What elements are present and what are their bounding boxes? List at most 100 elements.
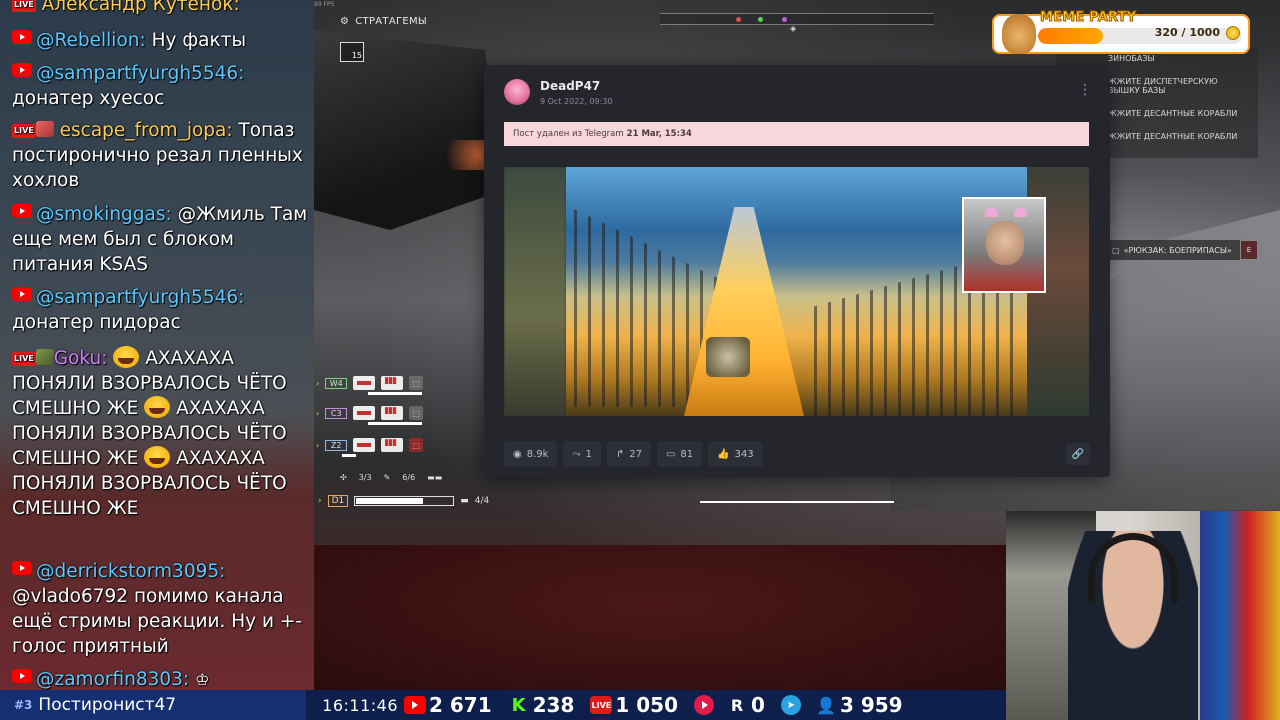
deleted-notice-text: Пост удален из Telegram — [513, 129, 624, 139]
laughing-emoji-icon — [144, 446, 171, 468]
top-donator: #3 Постиронист47 — [0, 690, 306, 720]
facecam-overlay — [962, 197, 1046, 293]
chat-message: LIVE escape_from_jopa: Топаз постироничн… — [12, 118, 308, 193]
compass-marker-purple — [782, 17, 787, 22]
grenade-icon: ✣ — [340, 473, 347, 482]
fps-counter: 89 FPS — [314, 1, 335, 8]
comments-stat[interactable]: ▭ 81 — [656, 441, 703, 467]
shares-count: 1 — [585, 448, 592, 460]
kick-viewers: K 238 — [508, 693, 575, 717]
shares-stat[interactable]: ⤳ 1 — [563, 441, 601, 467]
center-progress-line — [700, 501, 894, 503]
youtube-icon — [12, 204, 32, 218]
ammo-row: ✣ 3/3 ✎ 6/6 ▬▬ — [340, 473, 442, 482]
chat-message: @zamorfin8303: ♔ — [12, 667, 308, 690]
pickup-icon: ▢ — [1112, 245, 1120, 255]
post-media-video[interactable] — [504, 167, 1089, 416]
meme-party-widget: MEME PARTY 320 / 1000 — [992, 10, 1250, 54]
compass-marker-green — [758, 17, 763, 22]
pickup-prompt: ▢ «РЮКЗАК: БОЕПРИПАСЫ» — [1108, 240, 1240, 260]
objective-item: ЗИНОБАЗЫ — [1108, 54, 1155, 63]
post-author[interactable]: DeadP47 — [540, 79, 600, 93]
chat-message: @derrickstorm3095: @vlado6792 помимо кан… — [12, 559, 308, 659]
user-badge-icon — [35, 349, 54, 365]
comments-count: 81 — [680, 448, 694, 460]
stim-count: 6/6 — [402, 473, 416, 482]
weapon-bar — [342, 454, 356, 457]
play-icon-wrap — [694, 695, 715, 715]
post-date: 9 Oct 2022, 09:30 — [540, 97, 613, 106]
rifle-icon: ▬▬ — [427, 473, 443, 482]
link-icon[interactable]: 🔗 — [1066, 443, 1090, 465]
chat-message: @smokinggas: @Жмиль Там еще мем был с бл… — [12, 202, 308, 277]
rutube-count: 0 — [751, 693, 765, 717]
chat-panel: LIVE Александр Кутёнок: @Rebellion: Ну ф… — [0, 0, 314, 690]
stratagem-slot-icon: 15 — [340, 42, 364, 62]
chevron-icon: › — [316, 408, 320, 418]
lock-icon: ⬚ — [409, 406, 424, 420]
live-badge: LIVE — [12, 124, 36, 138]
youtube-icon — [12, 30, 32, 44]
chat-text: донатер пидорас — [12, 312, 181, 333]
weapon-row: › C3 ⬚ — [316, 404, 424, 422]
rank-name: Постиронист47 — [38, 695, 177, 715]
thumbs-up-icon: 👍 — [717, 448, 730, 460]
vk-viewers: LIVE 1 050 — [590, 693, 678, 717]
likes-stat[interactable]: 👍 343 — [708, 441, 763, 467]
vk-count: 1 050 — [615, 693, 679, 717]
chevron-icon: › — [316, 378, 320, 388]
chat-message: @sampartfyurgh5546: донатер хуесос — [12, 61, 308, 111]
stim-icon: ✎ — [383, 473, 391, 482]
forwards-stat[interactable]: ↱ 27 — [606, 441, 651, 467]
crown-icon: ♔ — [195, 670, 210, 689]
primary-weapon-row: › D1 ▬ 4/4 — [318, 495, 489, 507]
rutube-icon: R — [730, 695, 744, 715]
vk-live-icon: LIVE — [590, 696, 613, 714]
play-icon — [694, 695, 715, 715]
total-viewers: 👤 3 959 — [815, 693, 903, 717]
chat-author: @derrickstorm3095: — [36, 561, 226, 582]
stratagem-gear-icon: ⚙ — [340, 16, 350, 27]
youtube-icon — [12, 669, 32, 683]
total-count: 3 959 — [839, 693, 903, 717]
deleted-notice: Пост удален из Telegram 21 Mar, 15:34 — [504, 122, 1089, 146]
magazine-icon — [381, 438, 404, 452]
chat-author: Goku: — [53, 348, 108, 369]
magazine-icon — [381, 376, 404, 390]
meme-party-progress-fill — [1038, 28, 1104, 44]
game-compass — [660, 13, 934, 25]
more-menu-icon[interactable]: ⋮ — [1078, 83, 1092, 97]
primary-ammo-fill — [356, 498, 423, 504]
lock-icon: ⬚ — [409, 438, 424, 452]
stratagem-count: 15 — [351, 51, 362, 60]
share-icon: ⤳ — [572, 448, 581, 460]
chat-author: @sampartfyurgh5546: — [36, 287, 245, 308]
youtube-icon — [404, 696, 426, 714]
likes-count: 343 — [734, 448, 754, 460]
primary-mags: 4/4 — [474, 496, 490, 506]
webcam-flag — [1200, 511, 1280, 720]
eye-icon: ◉ — [513, 448, 522, 460]
weapon-row: › Z2 ⬚ — [316, 436, 424, 454]
meme-party-score: 320 / 1000 — [1154, 26, 1220, 39]
youtube-icon — [12, 63, 32, 77]
weapon-slot-icon — [353, 406, 376, 420]
magazine-icon: ▬ — [460, 496, 469, 506]
laughing-emoji-icon — [113, 346, 140, 368]
chat-author: @smokinggas: — [36, 204, 172, 225]
chevron-icon: › — [318, 496, 322, 506]
chat-author: @Rebellion: — [36, 30, 146, 51]
kick-icon: K — [511, 694, 526, 716]
user-icon: 👤 — [815, 695, 836, 715]
youtube-icon — [12, 287, 32, 301]
primary-code: D1 — [327, 495, 349, 507]
forward-icon: ↱ — [615, 448, 625, 460]
weapon-code: W4 — [325, 377, 348, 389]
forwards-count: 27 — [629, 448, 642, 460]
weapon-code: C3 — [325, 407, 348, 419]
avatar[interactable] — [504, 79, 530, 105]
youtube-icon — [12, 561, 32, 575]
grenade-count: 3/3 — [358, 473, 372, 482]
views-stat: ◉ 8.9k — [504, 441, 558, 467]
deleted-notice-date: 21 Mar, 15:34 — [626, 129, 692, 139]
